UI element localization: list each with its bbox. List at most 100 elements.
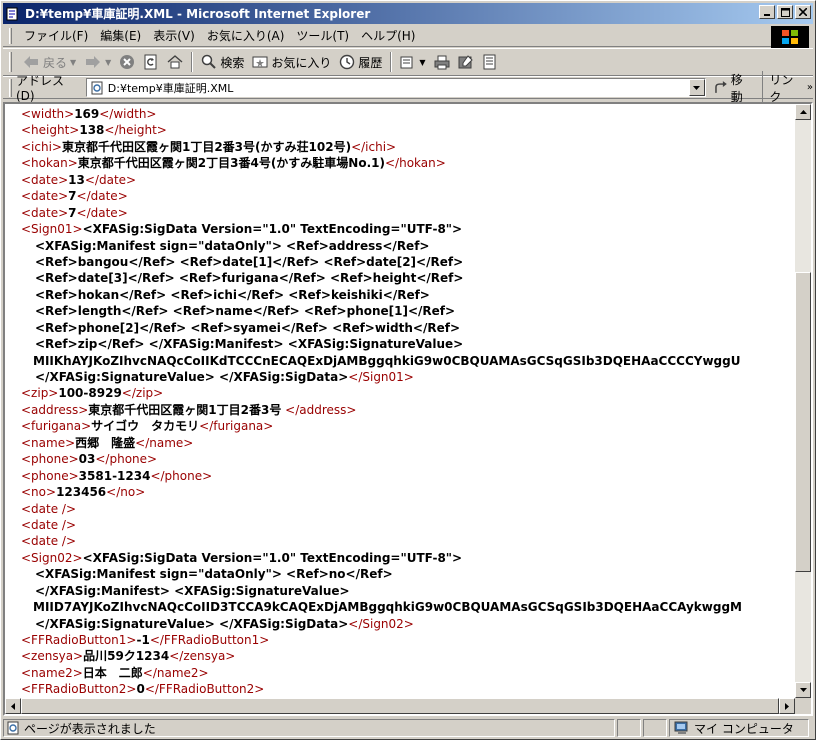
xml-text: 3581-1234 bbox=[78, 468, 151, 483]
forward-button[interactable]: ▼ bbox=[80, 51, 115, 73]
xml-tag: </furigana> bbox=[199, 419, 274, 434]
back-button[interactable]: 戻る ▼ bbox=[18, 51, 80, 73]
status-zone: マイ コンピュータ bbox=[694, 721, 794, 736]
xml-tag: <address> bbox=[21, 402, 89, 417]
xml-tag: <zensya> bbox=[21, 649, 84, 664]
xml-line: <date>13</date> bbox=[21, 172, 797, 188]
print-button[interactable] bbox=[430, 51, 454, 73]
favorites-button[interactable]: お気に入り bbox=[248, 51, 335, 73]
xml-line: <date>7</date> bbox=[21, 188, 797, 204]
menu-edit[interactable]: 編集(E) bbox=[94, 25, 147, 46]
mail-button[interactable]: ▼ bbox=[396, 51, 429, 73]
xml-tag: <date> bbox=[21, 172, 69, 187]
stop-button[interactable] bbox=[115, 51, 139, 73]
title-bar[interactable]: D:¥temp¥車庫証明.XML - Microsoft Internet Ex… bbox=[3, 3, 813, 24]
menu-view[interactable]: 表示(V) bbox=[147, 25, 201, 46]
back-arrow-icon bbox=[24, 56, 38, 68]
xml-line: <XFASig:Manifest sign="dataOnly"> <Ref>a… bbox=[21, 238, 797, 254]
menu-grip[interactable] bbox=[9, 27, 12, 44]
xml-text: MIIKhAYJKoZIhvcNAQcCoIIKdTCCCnECAQExDjAM… bbox=[33, 353, 741, 368]
xml-tag: <date /> bbox=[21, 534, 77, 549]
menu-tools[interactable]: ツール(T) bbox=[290, 25, 355, 46]
vertical-scrollbar[interactable] bbox=[795, 104, 811, 698]
xml-tag: </FFRadioButton1> bbox=[149, 633, 270, 647]
xml-tag: </address> bbox=[281, 402, 357, 417]
status-pane-security bbox=[643, 719, 667, 737]
xml-tag: </height> bbox=[104, 123, 167, 138]
xml-text: 東京都千代田区霞ヶ関1丁目2番3号 bbox=[88, 402, 282, 417]
scroll-up-button[interactable] bbox=[795, 104, 811, 120]
menu-file[interactable]: ファイル(F) bbox=[18, 25, 94, 46]
page-icon bbox=[91, 81, 103, 94]
xml-tag: </hokan> bbox=[384, 156, 446, 171]
scroll-left-button[interactable] bbox=[5, 698, 21, 714]
xml-text: 東京都千代田区霞ヶ関2丁目3番4号(かすみ駐車場No.1) bbox=[77, 156, 385, 171]
xml-text: <XFASig:SigData Version="1.0" TextEncodi… bbox=[82, 550, 463, 565]
windows-logo-icon bbox=[771, 26, 809, 48]
xml-tag: <date> bbox=[21, 189, 69, 204]
xml-tag: </zip> bbox=[121, 386, 164, 401]
toolbar-grip[interactable] bbox=[9, 52, 12, 72]
discuss-button[interactable] bbox=[478, 51, 502, 73]
xml-tag: </name> bbox=[135, 435, 194, 450]
menu-favorites[interactable]: お気に入り(A) bbox=[201, 25, 291, 46]
forward-dropdown-icon[interactable]: ▼ bbox=[105, 58, 111, 67]
address-label: アドレス(D) bbox=[15, 74, 64, 103]
xml-text: 123456 bbox=[56, 485, 107, 500]
scroll-down-button[interactable] bbox=[795, 682, 811, 698]
xml-text: 7 bbox=[68, 205, 77, 220]
xml-line: <Ref>zip</Ref> </XFASig:Manifest> <XFASi… bbox=[21, 336, 797, 352]
xml-text: 日本 二郎 bbox=[82, 665, 143, 680]
horizontal-scroll-thumb[interactable] bbox=[21, 698, 779, 714]
xml-line: <date /> bbox=[21, 517, 797, 533]
xml-line: <date /> bbox=[21, 501, 797, 517]
xml-tag: <width> bbox=[21, 107, 75, 121]
go-label: 移動 bbox=[730, 72, 743, 104]
address-dropdown-button[interactable] bbox=[688, 79, 705, 96]
address-grip[interactable] bbox=[9, 78, 12, 97]
address-input[interactable]: D:¥temp¥車庫証明.XML bbox=[85, 78, 706, 97]
xml-tag: <date /> bbox=[21, 501, 77, 516]
xml-line: <no>123456</no> bbox=[21, 484, 797, 500]
xml-tag: </Sign02> bbox=[348, 616, 414, 631]
home-button[interactable] bbox=[163, 51, 187, 73]
status-pane-progress bbox=[617, 719, 641, 737]
xml-line: MIIKhAYJKoZIhvcNAQcCoIIKdTCCCnECAQExDjAM… bbox=[21, 353, 797, 369]
chevron-down-icon bbox=[693, 85, 701, 90]
back-dropdown-icon[interactable]: ▼ bbox=[70, 58, 76, 67]
edit-button[interactable] bbox=[454, 51, 478, 73]
scroll-right-button[interactable] bbox=[779, 698, 795, 714]
horizontal-scrollbar[interactable] bbox=[5, 698, 795, 714]
edit-icon bbox=[458, 55, 473, 69]
search-button[interactable]: 検索 bbox=[197, 51, 248, 73]
go-button[interactable]: 移動 bbox=[714, 71, 755, 105]
xml-document-view[interactable]: <width>169</width> <height>138</height> <i… bbox=[3, 102, 813, 716]
xml-text: 品川59ク1234 bbox=[83, 649, 170, 664]
mail-icon bbox=[400, 56, 413, 69]
search-label: 検索 bbox=[220, 55, 245, 70]
xml-tag: <Sign02> bbox=[21, 550, 83, 565]
xml-text: <Ref>phone[2]</Ref> <Ref>syamei</Ref> <R… bbox=[35, 320, 461, 335]
xml-text: <Ref>bangou</Ref> <Ref>date[1]</Ref> <Re… bbox=[35, 254, 464, 269]
address-bar: アドレス(D) D:¥temp¥車庫証明.XML 移動 リンク » bbox=[3, 70, 813, 105]
xml-text: 13 bbox=[68, 172, 85, 187]
xml-tag: <height> bbox=[21, 123, 80, 138]
chevron-right-icon bbox=[785, 702, 789, 710]
refresh-button[interactable] bbox=[139, 51, 163, 73]
links-button[interactable]: リンク » bbox=[762, 70, 813, 105]
menu-help[interactable]: ヘルプ(H) bbox=[355, 25, 421, 46]
xml-tag: </phone> bbox=[150, 468, 213, 483]
xml-text: 東京都千代田区霞ヶ関1丁目2番3号(かすみ荘102号) bbox=[61, 139, 352, 154]
xml-line: <zensya>品川59ク1234</zensya> bbox=[21, 648, 797, 664]
xml-tag: </no> bbox=[106, 485, 146, 500]
maximize-button[interactable] bbox=[777, 5, 793, 19]
xml-text: 169 bbox=[74, 107, 100, 121]
xml-line: </XFASig:Manifest> <XFASig:SignatureValu… bbox=[21, 583, 797, 599]
minimize-button[interactable] bbox=[759, 5, 775, 19]
close-button[interactable] bbox=[795, 5, 811, 19]
xml-line: </XFASig:SignatureValue> </XFASig:SigDat… bbox=[21, 369, 797, 385]
history-button[interactable]: 履歴 bbox=[335, 51, 386, 73]
vertical-scroll-thumb[interactable] bbox=[795, 272, 811, 572]
standard-toolbar: 戻る ▼ ▼ 検索 お気に入り 履歴 ▼ bbox=[3, 48, 813, 76]
mail-dropdown-icon[interactable]: ▼ bbox=[419, 58, 425, 67]
